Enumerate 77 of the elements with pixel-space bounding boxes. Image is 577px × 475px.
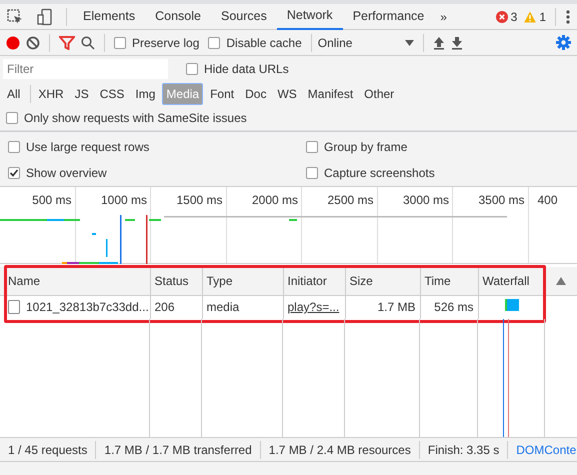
settings-icon[interactable] xyxy=(556,35,571,50)
file-icon xyxy=(8,300,20,314)
status-text: 1.7 MB / 2.4 MB resources xyxy=(260,440,420,458)
checkbox[interactable] xyxy=(8,167,20,179)
type-filter[interactable]: JS xyxy=(70,83,93,105)
checkbox-label: Hide data URLs xyxy=(204,61,289,78)
tick-label: 500 ms xyxy=(32,193,72,207)
warning-count[interactable]: 1 xyxy=(539,8,546,26)
inspect-icon[interactable] xyxy=(6,8,24,26)
checkbox[interactable] xyxy=(208,36,220,48)
checkbox-label: Disable cache xyxy=(226,34,302,52)
error-count[interactable]: 3 xyxy=(510,8,518,26)
request-name[interactable]: 1021_32813b7c33dd... xyxy=(26,298,149,316)
column-header[interactable]: Time xyxy=(420,267,478,295)
column-header[interactable]: Status xyxy=(150,267,202,295)
checkbox[interactable] xyxy=(6,112,18,124)
tick-label: 3000 ms xyxy=(402,193,449,207)
type-filter[interactable]: CSS xyxy=(96,83,128,105)
filter-icon[interactable] xyxy=(59,36,75,50)
tick-label: 400 xyxy=(538,193,558,207)
column-header[interactable]: Type xyxy=(202,267,283,295)
type-filter[interactable]: Font xyxy=(206,83,238,105)
panel-tab[interactable]: Sources xyxy=(210,4,277,30)
status-text: 1 / 45 requests xyxy=(0,440,96,458)
waterfall-bar-drawing xyxy=(504,298,518,312)
device-icon[interactable] xyxy=(36,8,54,26)
checkbox[interactable] xyxy=(8,141,20,153)
throttling-dropdown[interactable]: Online xyxy=(318,34,414,52)
column-header[interactable]: Name xyxy=(0,267,150,295)
table-cell: 526 ms xyxy=(420,295,478,319)
checkbox-label: Use large request rows xyxy=(26,139,150,156)
column-header[interactable]: Initiator xyxy=(283,267,345,295)
type-filter[interactable]: XHR xyxy=(34,83,68,105)
checkbox-label: Capture screenshots xyxy=(324,165,435,182)
filter-field[interactable]: Filter xyxy=(3,59,168,79)
column-header[interactable]: Waterfall xyxy=(478,267,545,295)
upload-icon[interactable] xyxy=(432,36,445,50)
checkbox-label: Group by frame xyxy=(324,139,408,156)
clear-icon[interactable] xyxy=(26,36,40,50)
tick-label: 2500 ms xyxy=(327,193,374,207)
type-filter[interactable]: WS xyxy=(273,83,301,105)
status-text: Finish: 3.35 s xyxy=(420,440,508,458)
panel-tab[interactable]: Elements xyxy=(73,4,146,30)
panel-tab[interactable]: Console xyxy=(145,4,211,30)
type-filter[interactable]: Manifest xyxy=(304,83,358,105)
checkbox[interactable] xyxy=(306,141,318,153)
status-text: 1.7 MB / 1.7 MB transferred xyxy=(96,440,261,458)
type-filter[interactable]: Other xyxy=(360,83,398,105)
table-cell: 1.7 MB xyxy=(345,295,420,319)
more-tabs-button[interactable]: » xyxy=(434,8,453,26)
panel-tab[interactable]: Performance xyxy=(342,4,434,30)
tick-label: 1500 ms xyxy=(176,193,222,207)
record-icon[interactable] xyxy=(6,36,20,50)
column-header[interactable]: Size xyxy=(345,267,420,295)
checkbox[interactable] xyxy=(114,36,126,48)
search-icon[interactable] xyxy=(81,36,95,50)
tick-label: 1000 ms xyxy=(100,193,147,207)
error-icon xyxy=(496,10,508,22)
checkbox-label: Only show requests with SameSite issues xyxy=(24,110,247,127)
checkbox[interactable] xyxy=(306,167,318,179)
checkbox[interactable] xyxy=(186,63,198,75)
tick-label: 2000 ms xyxy=(252,193,298,207)
table-cell: 206 xyxy=(150,295,202,319)
type-filter[interactable]: Img xyxy=(131,83,160,105)
table-cell: media xyxy=(202,295,283,319)
sort-ascending-icon[interactable] xyxy=(556,276,566,285)
checkbox-label: Preserve log xyxy=(132,34,200,52)
download-icon[interactable] xyxy=(450,36,463,50)
status-link[interactable]: DOMConte xyxy=(508,440,577,458)
type-filter[interactable]: Doc xyxy=(241,83,270,105)
tick-label: 3500 ms xyxy=(478,193,524,207)
type-filter[interactable]: All xyxy=(3,83,24,105)
caret-icon xyxy=(404,40,414,46)
checkbox-label: Show overview xyxy=(26,165,107,182)
warning-icon xyxy=(524,10,536,22)
more-options-icon[interactable] xyxy=(565,8,571,24)
initiator-link[interactable]: play?s=... xyxy=(288,300,340,314)
